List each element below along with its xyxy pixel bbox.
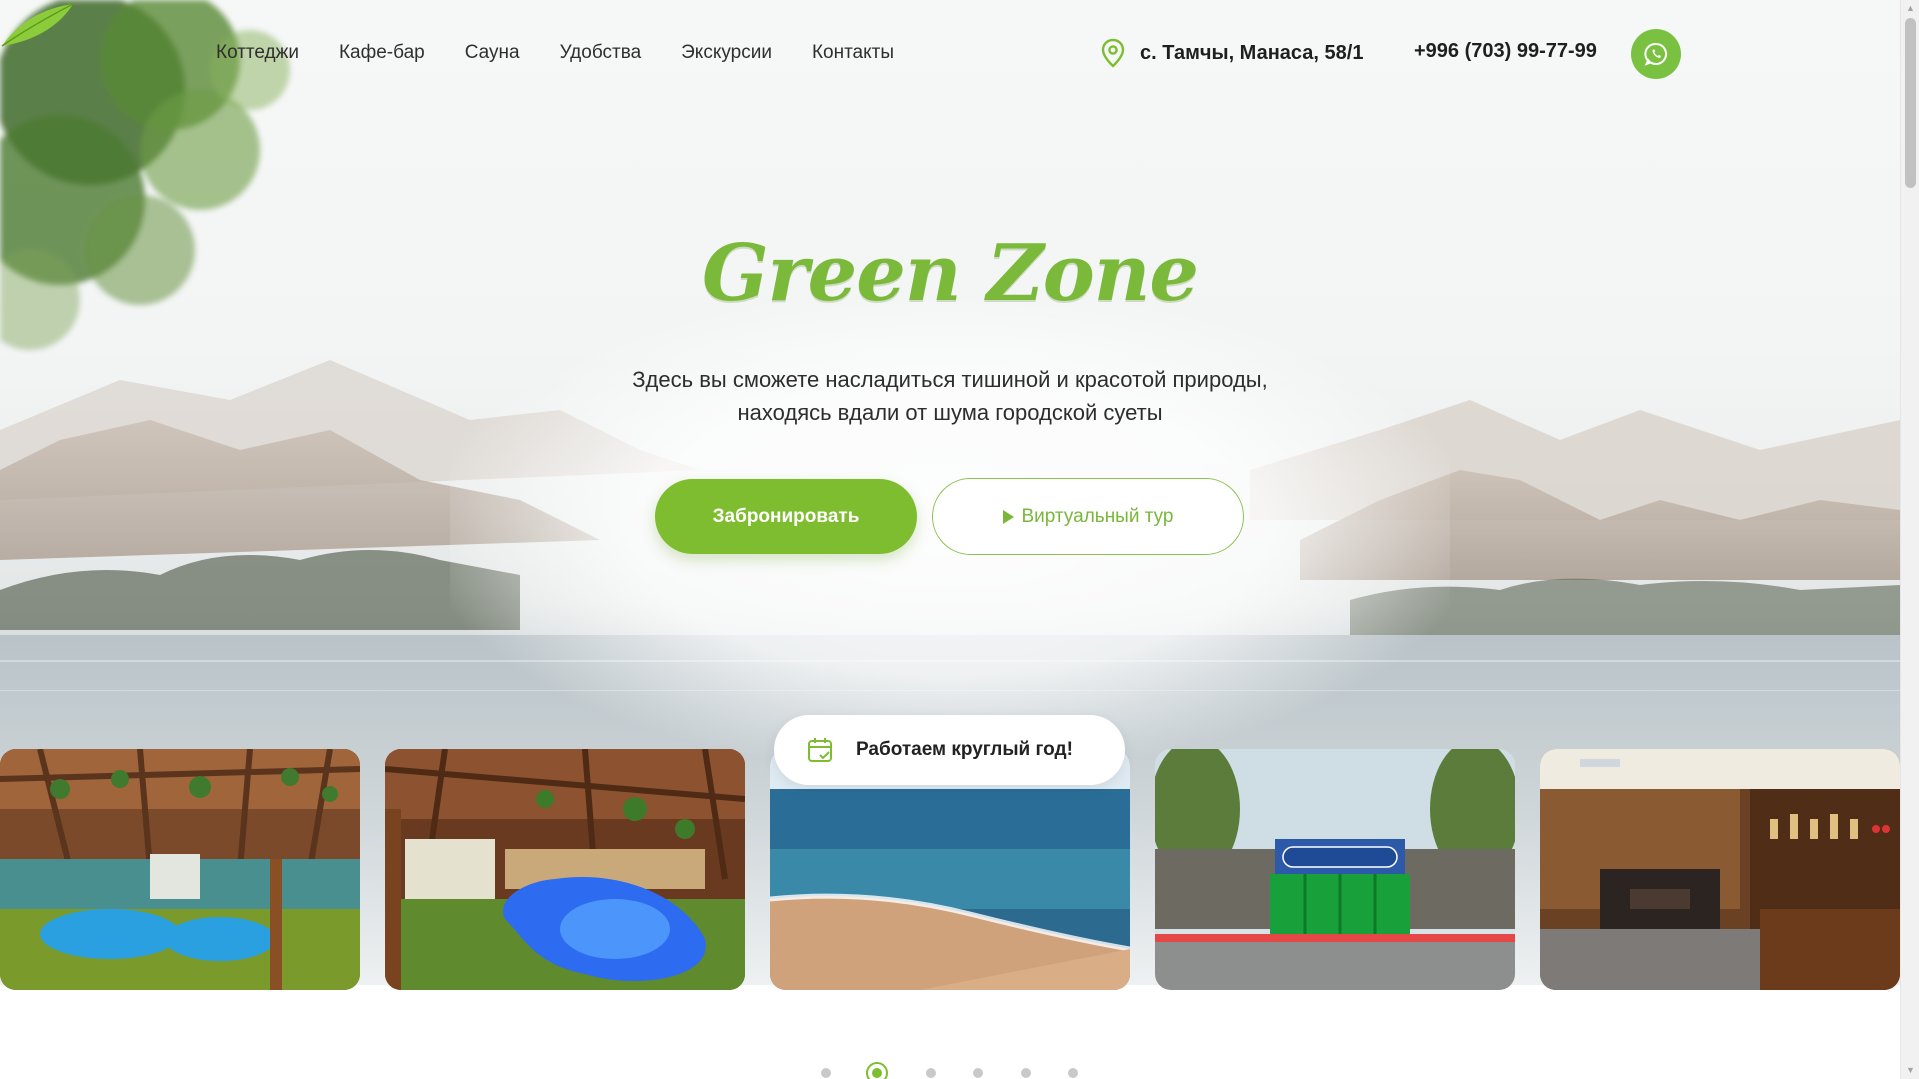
tagline-line-2: находясь вдали от шума городской суеты [737, 400, 1163, 425]
location-pin-icon [1101, 38, 1125, 68]
year-round-badge: Работаем круглый год! [774, 715, 1125, 785]
whatsapp-button[interactable] [1631, 29, 1681, 79]
gallery-photo-pool-pergola[interactable] [0, 749, 360, 990]
pagination-dot-6[interactable] [1068, 1068, 1078, 1078]
virtual-tour-button[interactable]: Виртуальный тур [932, 478, 1244, 555]
scroll-up-arrow-icon[interactable]: ▲ [1901, 0, 1919, 17]
address-block: с. Тамчы, Манаса, 58/1 [1100, 38, 1363, 68]
nav-cottages[interactable]: Коттеджи [216, 40, 299, 66]
nav-amenities[interactable]: Удобства [560, 40, 642, 66]
book-button[interactable]: Забронировать [655, 479, 917, 554]
lake-beach-image [770, 749, 1130, 990]
calendar-check-icon [808, 738, 832, 762]
lit-pool-image [385, 749, 745, 990]
pagination-dot-4[interactable] [973, 1068, 983, 1078]
nav-excursions[interactable]: Экскурсии [681, 40, 772, 66]
slider-pagination [0, 1060, 1900, 1079]
main-nav: Коттеджи Кафе-бар Сауна Удобства Экскурс… [216, 40, 894, 66]
gallery-photo-cafe[interactable] [1540, 749, 1900, 990]
phone-link[interactable]: +996 (703) 99-77-99 [1414, 40, 1597, 63]
gallery-photo-gate[interactable] [1155, 749, 1515, 990]
pagination-dot-3[interactable] [926, 1068, 936, 1078]
nav-contacts[interactable]: Контакты [812, 40, 894, 66]
play-icon [1002, 509, 1014, 524]
cafe-bar-interior-image [1540, 749, 1900, 990]
nav-sauna[interactable]: Сауна [465, 40, 520, 66]
brand-title: Green Zone [701, 228, 1199, 319]
scroll-thumb[interactable] [1905, 18, 1916, 188]
page-scrollbar[interactable]: ▲ ▼ [1900, 0, 1919, 1079]
virtual-tour-label: Виртуальный тур [1021, 505, 1174, 527]
tagline-line-1: Здесь вы сможете насладиться тишиной и к… [632, 367, 1268, 392]
flying-leaf-decoration [1, 3, 74, 47]
hero-tagline: Здесь вы сможете насладиться тишиной и к… [0, 363, 1900, 429]
address-text: с. Тамчы, Манаса, 58/1 [1140, 41, 1364, 64]
scroll-down-arrow-icon[interactable]: ▼ [1901, 1062, 1919, 1079]
nav-cafe-bar[interactable]: Кафе-бар [339, 40, 425, 66]
pagination-dot-1[interactable] [821, 1068, 831, 1078]
green-zone-gate-image [1155, 749, 1515, 990]
pagination-dot-5[interactable] [1021, 1068, 1031, 1078]
pool-pergola-image [0, 749, 360, 990]
year-round-text: Работаем круглый год! [856, 739, 1073, 760]
pagination-dot-2-active[interactable] [866, 1062, 888, 1079]
gallery-photo-lit-pool[interactable] [385, 749, 745, 990]
whatsapp-icon [1644, 42, 1668, 66]
gallery-photo-beach[interactable] [770, 749, 1130, 990]
